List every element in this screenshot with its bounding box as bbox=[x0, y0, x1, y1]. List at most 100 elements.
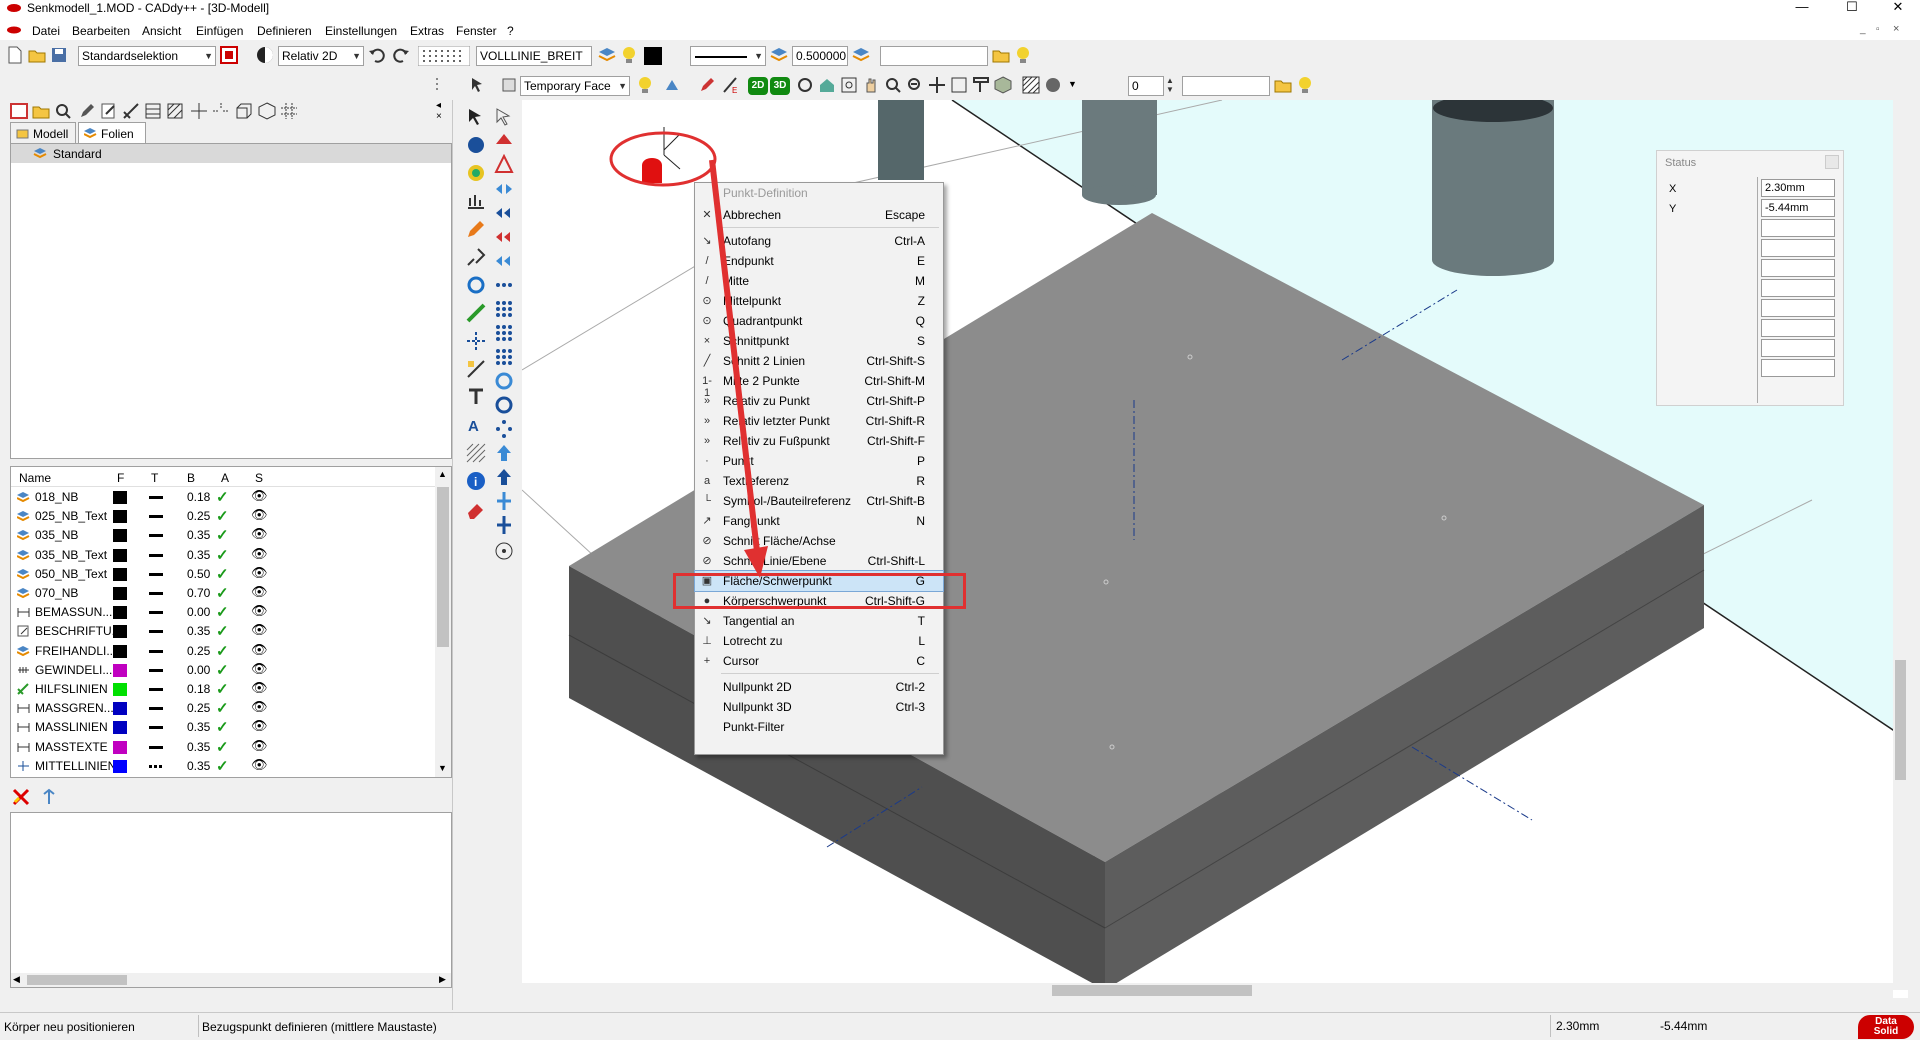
active-check-icon[interactable]: ✓ bbox=[216, 546, 229, 564]
modify-icon[interactable] bbox=[465, 246, 487, 268]
table-icon[interactable] bbox=[144, 102, 162, 120]
column-a[interactable]: A bbox=[221, 471, 229, 485]
layer-row[interactable]: 035_NB_Text 0.35 ✓ 👁 bbox=[11, 546, 431, 565]
panel-collapse-icon[interactable]: ◂ × bbox=[436, 100, 448, 122]
status-empty-field[interactable] bbox=[1761, 359, 1835, 377]
home-view-icon[interactable] bbox=[818, 76, 836, 94]
zoom-window-icon[interactable] bbox=[840, 76, 858, 94]
fillet-icon[interactable] bbox=[493, 130, 515, 152]
counter-field[interactable]: 0 bbox=[1128, 76, 1164, 96]
select-arrow-icon[interactable] bbox=[465, 106, 487, 128]
menu-einstellungen[interactable]: Einstellungen bbox=[325, 24, 397, 38]
menu-item[interactable]: ⊥ Lotrecht zu L bbox=[695, 631, 943, 651]
polar-pattern-icon[interactable] bbox=[493, 418, 515, 440]
horizontal-scrollbar[interactable]: ◀ ▶ bbox=[11, 973, 451, 987]
lightbulb-icon[interactable] bbox=[1014, 46, 1032, 64]
visibility-eye-icon[interactable]: 👁 bbox=[251, 546, 268, 562]
layer-tool-icon[interactable] bbox=[40, 788, 58, 806]
annotate-icon[interactable]: A bbox=[465, 414, 487, 436]
status-empty-field[interactable] bbox=[1761, 239, 1835, 257]
center-line-icon[interactable] bbox=[465, 330, 487, 352]
pin-cylinder[interactable] bbox=[1082, 100, 1157, 195]
menu-definieren[interactable]: Definieren bbox=[257, 24, 312, 38]
layer-linetype[interactable] bbox=[149, 515, 163, 519]
edit-icon[interactable] bbox=[698, 76, 716, 94]
measure-icon[interactable] bbox=[465, 302, 487, 324]
layer-linetype[interactable] bbox=[149, 668, 163, 672]
sphere-icon[interactable] bbox=[465, 134, 487, 156]
search-icon[interactable] bbox=[54, 102, 72, 120]
mirror-icon[interactable] bbox=[493, 178, 515, 200]
tree-item-standard[interactable]: Standard bbox=[11, 144, 451, 163]
status-empty-field[interactable] bbox=[1761, 259, 1835, 277]
cube-icon[interactable] bbox=[258, 102, 276, 120]
menu-help[interactable]: ? bbox=[507, 24, 514, 38]
status-y-value[interactable]: -5.44mm bbox=[1761, 199, 1835, 217]
visibility-eye-icon[interactable]: 👁 bbox=[251, 507, 268, 523]
arrow-up-icon[interactable] bbox=[493, 466, 515, 488]
layer-width[interactable]: 0.35 bbox=[187, 548, 210, 562]
selection-mode-select[interactable]: Standardselektion ▼ bbox=[78, 46, 216, 66]
mdi-close-icon[interactable]: × bbox=[1893, 23, 1899, 35]
hatch-icon[interactable] bbox=[465, 442, 487, 464]
zoom-out-icon[interactable] bbox=[906, 76, 924, 94]
status-close-button[interactable] bbox=[1825, 155, 1839, 169]
visibility-eye-icon[interactable]: 👁 bbox=[251, 526, 268, 542]
menu-item[interactable]: + Cursor C bbox=[695, 651, 943, 671]
active-check-icon[interactable]: ✓ bbox=[216, 526, 229, 544]
close-button[interactable]: ✕ bbox=[1876, 0, 1920, 16]
grid-icon[interactable] bbox=[280, 102, 298, 120]
line-width-field[interactable]: 0.500000 bbox=[792, 46, 848, 66]
menu-extras[interactable]: Extras bbox=[410, 24, 444, 38]
origin-icon[interactable] bbox=[493, 540, 515, 562]
layer-scrollbar[interactable]: ▲ ▼ bbox=[435, 467, 451, 777]
layer-row[interactable]: MITTELLINIEN 0.35 ✓ 👁 bbox=[11, 757, 431, 776]
layer-width[interactable]: 0.35 bbox=[187, 720, 210, 734]
layer-color-swatch[interactable] bbox=[113, 683, 127, 696]
visibility-eye-icon[interactable]: 👁 bbox=[251, 699, 268, 715]
active-check-icon[interactable]: ✓ bbox=[216, 622, 229, 640]
layer-color-swatch[interactable] bbox=[113, 663, 127, 677]
crosshair-icon[interactable] bbox=[190, 102, 208, 120]
layer-color-swatch[interactable] bbox=[113, 702, 127, 716]
status-empty-field[interactable] bbox=[1761, 299, 1835, 317]
window-icon[interactable] bbox=[10, 102, 28, 120]
mdi-minimize-icon[interactable]: _ bbox=[1860, 24, 1866, 35]
layer-width[interactable]: 0.25 bbox=[187, 644, 210, 658]
layer-row[interactable]: MASSGREN... 0.25 ✓ 👁 bbox=[11, 699, 431, 718]
ruler-icon[interactable] bbox=[972, 76, 990, 94]
minimize-button[interactable]: — bbox=[1780, 0, 1824, 16]
scroll-thumb[interactable] bbox=[27, 975, 127, 985]
connect-icon[interactable] bbox=[212, 102, 230, 120]
layer-linetype[interactable] bbox=[149, 707, 163, 711]
column-b[interactable]: B bbox=[187, 471, 195, 485]
copy-icon[interactable] bbox=[493, 226, 515, 248]
toolbar2-text-field[interactable] bbox=[1182, 76, 1270, 96]
line-style-select[interactable]: ▼ bbox=[690, 46, 766, 66]
column-s[interactable]: S bbox=[255, 471, 263, 485]
layer-color-swatch[interactable] bbox=[113, 567, 127, 581]
status-x-value[interactable]: 2.30mm bbox=[1761, 179, 1835, 197]
menu-item[interactable]: Punkt-Filter bbox=[695, 717, 943, 737]
active-check-icon[interactable]: ✓ bbox=[216, 718, 229, 736]
layer-row[interactable]: FREIHANDLI... 0.25 ✓ 👁 bbox=[11, 642, 431, 661]
array-icon[interactable] bbox=[493, 154, 515, 176]
visibility-eye-icon[interactable]: 👁 bbox=[251, 603, 268, 619]
cone-icon[interactable] bbox=[465, 162, 487, 184]
layer-row[interactable]: BEMASSUN... 0.00 ✓ 👁 bbox=[11, 603, 431, 622]
view-2d-button[interactable]: 2D bbox=[748, 77, 768, 95]
layer-row[interactable]: HILFSLINIEN 0.18 ✓ 👁 bbox=[11, 680, 431, 699]
layer-row[interactable]: MASSTEXTE 0.35 ✓ 👁 bbox=[11, 738, 431, 757]
zoom-all-icon[interactable] bbox=[928, 76, 946, 94]
layer-row[interactable]: 070_NB 0.70 ✓ 👁 bbox=[11, 584, 431, 603]
folder-icon[interactable] bbox=[1274, 76, 1292, 94]
rotate-copy-icon[interactable] bbox=[493, 394, 515, 416]
spinner-arrows-icon[interactable]: ▲ ▼ bbox=[1166, 76, 1174, 94]
layer-width[interactable]: 0.00 bbox=[187, 605, 210, 619]
lightbulb-icon[interactable] bbox=[1296, 76, 1314, 94]
menu-einfuegen[interactable]: Einfügen bbox=[196, 24, 243, 38]
layer-color-swatch[interactable] bbox=[113, 606, 127, 620]
scroll-down-icon[interactable]: ▼ bbox=[438, 763, 447, 773]
layer-linetype[interactable] bbox=[149, 572, 163, 576]
menu-item[interactable]: Nullpunkt 3D Ctrl-3 bbox=[695, 697, 943, 717]
